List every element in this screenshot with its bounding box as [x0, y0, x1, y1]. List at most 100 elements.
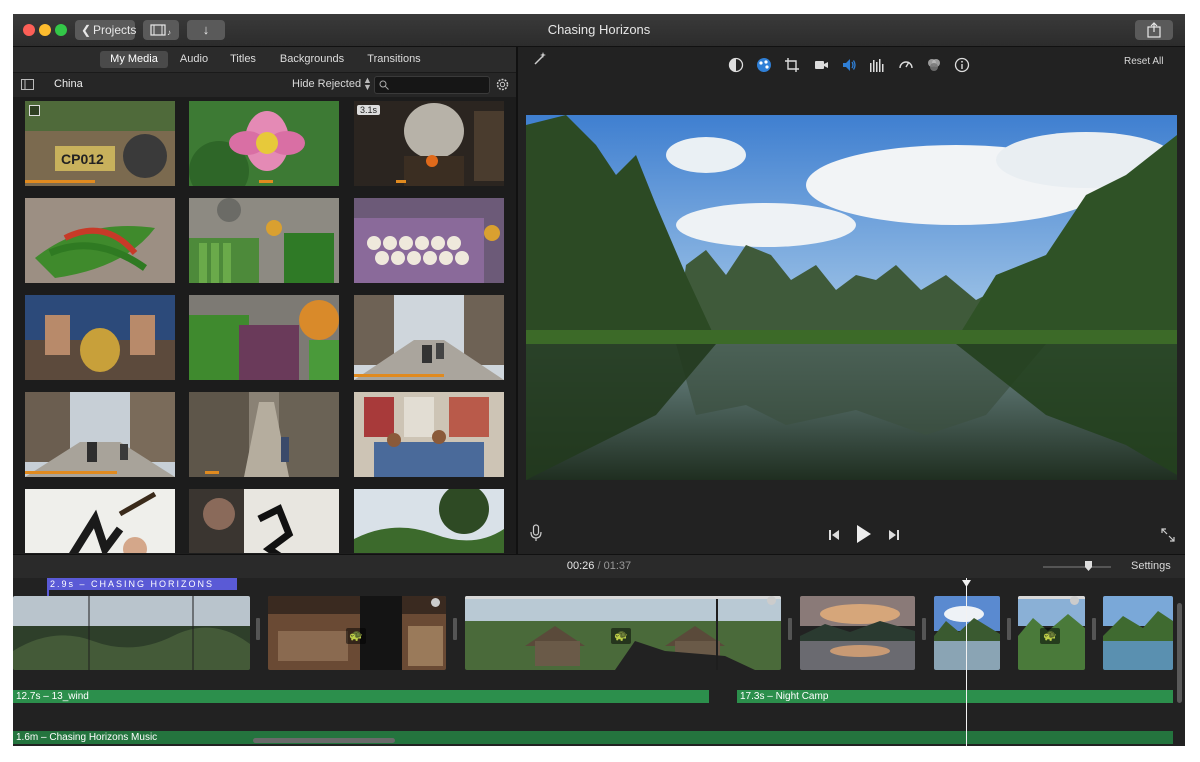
time-separator: /	[597, 560, 601, 572]
timeline: 2.9s – CHASING HORIZONS 🐢 🐢 🐢 12.7s – 13…	[13, 578, 1185, 746]
timeline-settings-button[interactable]: Settings	[1131, 560, 1171, 572]
info-icon[interactable]	[954, 57, 970, 73]
media-clip-thumbnail[interactable]	[189, 295, 339, 380]
speed-turtle-icon: 🐢	[346, 628, 366, 644]
media-clip-thumbnail[interactable]	[25, 295, 175, 380]
timeline-header: 00:26 / 01:37 Settings	[13, 554, 1185, 579]
used-range-bar	[25, 471, 117, 474]
transition-marker[interactable]	[1007, 618, 1011, 640]
volume-icon[interactable]	[841, 57, 857, 73]
used-range-bar	[259, 180, 273, 183]
media-clip-thumbnail[interactable]	[189, 392, 339, 477]
color-correction-icon[interactable]	[756, 57, 772, 73]
used-range-bar	[205, 471, 219, 474]
used-range-bar	[396, 180, 406, 183]
speed-icon[interactable]	[898, 57, 914, 73]
video-clip[interactable]	[800, 596, 915, 670]
share-button[interactable]	[1135, 20, 1173, 40]
color-balance-icon[interactable]	[728, 57, 744, 73]
zoom-slider[interactable]	[1043, 561, 1111, 571]
window-title: Chasing Horizons	[547, 22, 651, 37]
sidebar-toggle-icon[interactable]	[21, 79, 34, 90]
video-clip[interactable]: 🐢	[1018, 596, 1085, 670]
media-clip-thumbnail[interactable]	[25, 198, 175, 283]
hide-rejected-dropdown[interactable]: Hide Rejected	[292, 78, 361, 90]
duration-badge: 3.1s	[357, 105, 381, 115]
vertical-scrollbar[interactable]	[1177, 603, 1182, 703]
tab-audio[interactable]: Audio	[174, 51, 214, 68]
title-clip[interactable]: 2.9s – CHASING HORIZONS	[47, 578, 237, 590]
crop-icon[interactable]	[784, 57, 800, 73]
media-clip-thumbnail[interactable]: CP012	[25, 101, 175, 186]
equalizer-icon[interactable]	[869, 57, 885, 73]
media-clip-thumbnail[interactable]	[25, 489, 175, 553]
microphone-icon[interactable]	[530, 524, 542, 542]
media-tabs-bar: My Media Audio Titles Backgrounds Transi…	[13, 47, 516, 72]
music-track[interactable]: 1.6m – Chasing Horizons Music	[13, 731, 1173, 744]
search-icon	[379, 80, 389, 90]
audio-clip-wind-label: 12.7s – 13_wind	[16, 691, 89, 702]
play-icon[interactable]	[856, 524, 872, 544]
video-clip[interactable]: 🐢	[465, 596, 781, 670]
tab-backgrounds[interactable]: Backgrounds	[275, 51, 349, 68]
magic-wand-icon[interactable]	[532, 51, 548, 67]
clip-close-icon[interactable]	[431, 598, 440, 607]
video-clip[interactable]	[1103, 596, 1173, 670]
music-track-label: 1.6m – Chasing Horizons Music	[16, 732, 158, 743]
transition-marker[interactable]	[453, 618, 457, 640]
video-preview[interactable]	[526, 115, 1177, 480]
used-range-bar	[25, 180, 95, 183]
tab-my-media[interactable]: My Media	[100, 51, 168, 68]
total-time: 01:37	[603, 560, 632, 572]
timecode: 00:26 / 01:37	[13, 560, 1185, 572]
skip-forward-icon[interactable]	[888, 529, 900, 541]
clip-close-icon[interactable]	[1070, 596, 1079, 605]
share-icon	[1147, 22, 1161, 38]
tab-transitions[interactable]: Transitions	[363, 51, 425, 68]
transition-marker[interactable]	[1092, 618, 1096, 640]
current-time: 00:26	[566, 560, 595, 572]
video-filter-icon[interactable]	[926, 57, 942, 73]
media-clip-thumbnail[interactable]	[189, 198, 339, 283]
video-clip[interactable]	[934, 596, 1000, 670]
used-range-bar	[354, 374, 444, 377]
favorite-icon	[29, 105, 40, 116]
media-clip-thumbnail[interactable]	[354, 198, 504, 283]
reset-all-button[interactable]: Reset All	[1124, 56, 1163, 67]
title-clip-tail	[47, 578, 49, 596]
video-clip[interactable]	[13, 596, 250, 670]
media-clip-thumbnail[interactable]	[189, 101, 339, 186]
audio-clip-night-camp-label: 17.3s – Night Camp	[740, 691, 829, 702]
horizontal-scrollbar[interactable]	[253, 738, 395, 743]
speed-turtle-icon: 🐢	[1040, 628, 1060, 644]
speed-turtle-icon: 🐢	[611, 628, 631, 644]
media-clip-thumbnail[interactable]: 3.1s	[354, 101, 504, 186]
browser-filter-bar: China Hide Rejected ▲ ▼	[13, 72, 516, 98]
gear-icon[interactable]	[495, 77, 510, 92]
media-clip-thumbnail[interactable]	[189, 489, 339, 553]
audio-clip-night-camp[interactable]: 17.3s – Night Camp	[737, 690, 1173, 703]
clip-close-icon[interactable]	[767, 596, 776, 605]
media-clip-thumbnail[interactable]	[354, 392, 504, 477]
media-clip-thumbnail[interactable]	[25, 392, 175, 477]
skip-back-icon[interactable]	[828, 529, 840, 541]
video-clip[interactable]: 🐢	[268, 596, 446, 670]
playhead-handle[interactable]	[962, 580, 971, 587]
transition-marker[interactable]	[256, 618, 260, 640]
audio-clip-wind[interactable]: 12.7s – 13_wind	[13, 690, 709, 703]
imovie-window: ❮ Projects ♪ ↓ Chasing Horizons My Media	[13, 14, 1185, 746]
search-field[interactable]	[374, 76, 490, 94]
fullscreen-icon[interactable]	[1161, 528, 1175, 542]
title-clip-label: 2.9s – CHASING HORIZONS	[50, 579, 215, 589]
stabilization-icon[interactable]	[813, 57, 829, 73]
title-bar: ❮ Projects ♪ ↓ Chasing Horizons	[13, 14, 1185, 47]
media-clip-thumbnail[interactable]	[354, 489, 504, 553]
transition-marker[interactable]	[788, 618, 792, 640]
album-title: China	[54, 78, 83, 90]
playhead[interactable]	[966, 578, 967, 746]
tab-titles[interactable]: Titles	[223, 51, 263, 68]
viewer-pane: Reset All	[518, 47, 1185, 554]
dropdown-arrows-icon: ▲ ▼	[363, 75, 372, 92]
media-clip-thumbnail[interactable]	[354, 295, 504, 380]
transition-marker[interactable]	[922, 618, 926, 640]
